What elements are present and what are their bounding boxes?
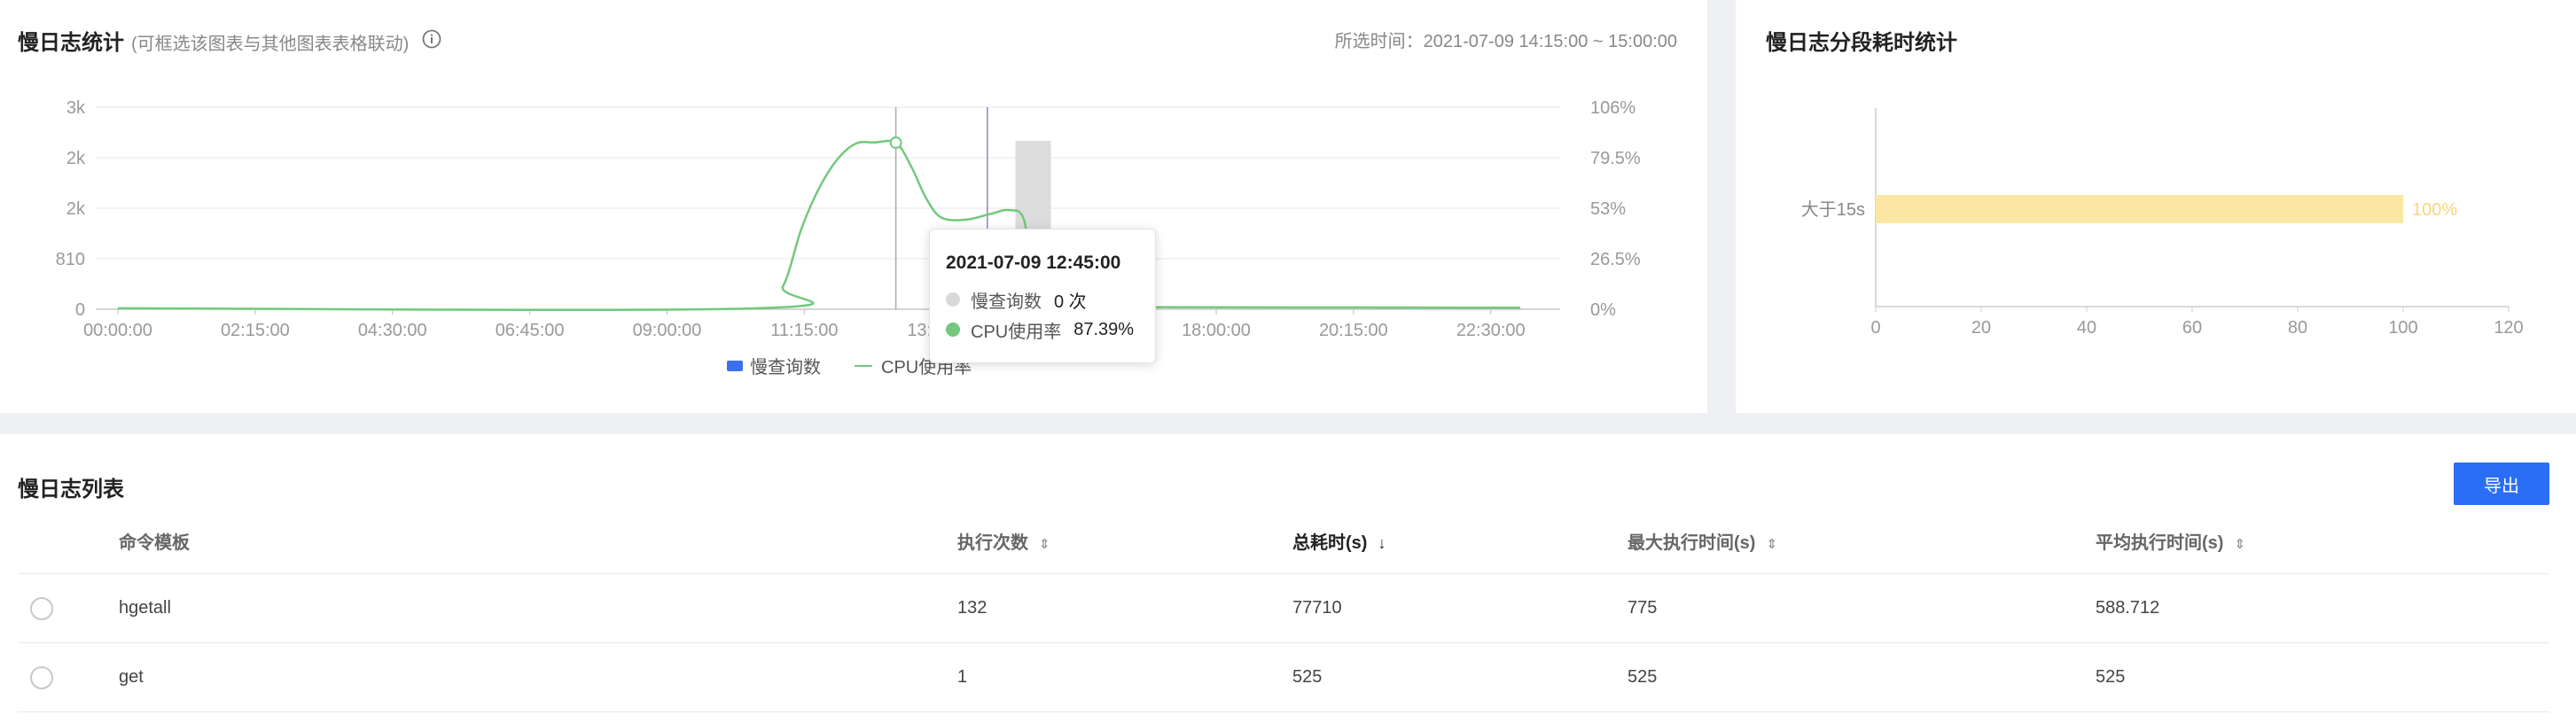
header-avg-exec-time[interactable]: 平均执行时间(s) ⇕ (2096, 528, 2539, 554)
tooltip-dot (946, 323, 960, 337)
cell-total: 525 (1292, 667, 1323, 687)
y-right-tick-label: 106% (1590, 98, 1635, 118)
cpu-hover-point (889, 136, 902, 150)
tooltip-value: 0 次 (1054, 292, 1087, 312)
segment-bar-chart[interactable]: 0 20 40 60 80 100 120 大于15s 100% (1736, 0, 2576, 413)
x-tick-label: 22:30:00 (1456, 321, 1526, 340)
x-tick-label: 20:15:00 (1319, 321, 1388, 340)
cell-count: 132 (957, 598, 987, 618)
tooltip-row-cpu: CPU使用率 87.39% (946, 315, 1155, 345)
category-label: 大于15s (1801, 199, 1865, 220)
y-left-tick-label: 810 (56, 250, 85, 269)
table-row[interactable]: hgetall 132 77710 775 588.712 (18, 574, 2549, 643)
legend-label: 慢查询数 (750, 358, 821, 377)
sort-desc-icon[interactable]: ↓ (1378, 534, 1386, 552)
y-right-tick-label: 79.5% (1590, 149, 1641, 168)
x-tick-label: 18:00:00 (1182, 321, 1251, 340)
cell-command: get (119, 667, 144, 687)
header-label: 执行次数 (957, 533, 1028, 553)
legend-line-swatch (855, 364, 872, 367)
y-left-tick-label: 2k (66, 199, 86, 219)
list-panel-title: 慢日志列表 (18, 478, 124, 501)
row-radio-button[interactable] (30, 596, 53, 620)
cell-avg: 588.712 (2096, 598, 2160, 618)
header-exec-count[interactable]: 执行次数 ⇕ (957, 528, 1292, 554)
y-right-tick-label: 0% (1590, 300, 1616, 320)
chart-tooltip: 2021-07-09 12:45:00 慢查询数 0 次 CPU使用率 87.3… (929, 229, 1156, 363)
header-label: 命令模板 (119, 533, 190, 553)
cell-max: 775 (1628, 598, 1658, 618)
tooltip-label: CPU使用率 (971, 322, 1062, 342)
sort-icon[interactable]: ⇕ (1039, 537, 1050, 552)
y-left-tick-label: 3k (66, 98, 86, 118)
slowlog-list-card: 慢日志列表 导出 命令模板 执行次数 ⇕ 总耗时(s) ↓ 最大执行时间(s) ⇕ 平… (0, 434, 2576, 723)
cell-avg: 525 (2096, 667, 2126, 687)
x-tick-label: 40 (2077, 318, 2096, 338)
x-tick-label: 09:00:00 (633, 321, 702, 340)
cell-total: 77710 (1292, 598, 1342, 618)
x-tick-label: 00:00:00 (83, 321, 152, 340)
slowlog-chart-card: 慢日志统计 (可框选该图表与其他图表表格联动) 所选时间：2021-07-09 1… (0, 0, 1707, 413)
tooltip-value: 87.39% (1073, 319, 1135, 339)
cpu-usage-line (117, 139, 1521, 312)
x-tick-label: 120 (2494, 318, 2523, 338)
sort-icon[interactable]: ⇕ (2234, 537, 2245, 552)
y-right-tick-label: 53% (1590, 199, 1626, 219)
legend-bar-swatch (727, 360, 743, 371)
x-tick-label: 06:45:00 (496, 321, 565, 340)
x-tick-label: 0 (1870, 318, 1880, 338)
tooltip-label: 慢查询数 (971, 292, 1042, 312)
tooltip-time: 2021-07-09 12:45:00 (946, 253, 1121, 273)
cell-count: 1 (957, 667, 968, 687)
x-tick-label: 80 (2288, 318, 2307, 338)
x-tick-label: 20 (1971, 318, 1991, 338)
header-label: 总耗时(s) (1292, 533, 1368, 553)
export-button[interactable]: 导出 (2454, 463, 2549, 505)
cell-max: 525 (1628, 667, 1658, 687)
x-tick-label: 04:30:00 (358, 321, 427, 340)
y-right-tick-label: 26.5% (1590, 250, 1641, 269)
header-max-exec-time[interactable]: 最大执行时间(s) ⇕ (1628, 528, 2096, 554)
x-tick-label: 11:15:00 (770, 321, 838, 340)
legend-item-slow-queries[interactable]: 慢查询数 (727, 353, 821, 378)
table-header: 命令模板 执行次数 ⇕ 总耗时(s) ↓ 最大执行时间(s) ⇕ 平均执行时间(s) ⇕ (18, 509, 2549, 574)
tooltip-row-slow-queries: 慢查询数 0 次 (946, 284, 1155, 315)
table-row[interactable]: get 1 525 525 525 (18, 643, 2549, 712)
header-label: 最大执行时间(s) (1628, 533, 1756, 553)
x-tick-label: 100 (2388, 318, 2417, 338)
header-total-time[interactable]: 总耗时(s) ↓ (1292, 528, 1628, 554)
tooltip-dot (946, 292, 960, 307)
x-tick-label: 02:15:00 (221, 321, 290, 340)
cell-command: hgetall (119, 598, 171, 618)
header-label: 平均执行时间(s) (2096, 533, 2224, 553)
bar-value-label: 100% (2412, 200, 2457, 220)
y-left-tick-label: 2k (66, 149, 86, 168)
row-radio-button[interactable] (30, 665, 53, 689)
sort-icon[interactable]: ⇕ (1766, 537, 1777, 552)
segment-bar (1876, 195, 2403, 223)
slowlog-table: 命令模板 执行次数 ⇕ 总耗时(s) ↓ 最大执行时间(s) ⇕ 平均执行时间(s) ⇕… (18, 509, 2549, 712)
slowlog-line-chart[interactable]: 0 0% 810 26.5% 2k 53% 2k 79.5% 3k 106% 00:00:00 02:… (0, 0, 1707, 413)
y-left-tick-label: 0 (75, 300, 85, 320)
segment-stats-card: 慢日志分段耗时统计 0 20 40 60 80 100 120 大于15s 100% (1736, 0, 2576, 413)
x-tick-label: 60 (2182, 318, 2202, 338)
header-command-template: 命令模板 (119, 528, 957, 554)
